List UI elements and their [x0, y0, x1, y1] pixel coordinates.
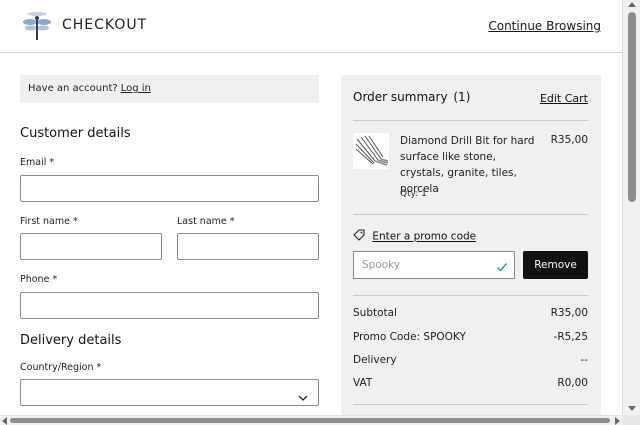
delivery-row: Delivery --	[353, 354, 588, 366]
scroll-left-icon[interactable]	[2, 417, 7, 425]
email-label: Email *	[20, 157, 55, 168]
continue-browsing-link[interactable]: Continue Browsing	[488, 19, 601, 33]
first-name-label: First name *	[20, 216, 78, 227]
promo-discount-value: -R5,25	[553, 331, 588, 343]
edit-cart-link[interactable]: Edit Cart	[540, 92, 588, 105]
check-icon	[496, 258, 508, 272]
order-summary-panel: Order summary (1) Edit Cart Diamond Dril…	[341, 75, 601, 415]
order-summary-label: Order summary	[353, 90, 448, 104]
remove-promo-button[interactable]: Remove	[523, 251, 588, 279]
vat-label: VAT	[353, 377, 373, 389]
last-name-field[interactable]	[177, 233, 319, 260]
delivery-label: Delivery	[353, 354, 397, 366]
divider	[353, 120, 588, 121]
divider	[353, 214, 588, 215]
horizontal-scroll-thumb[interactable]	[10, 418, 610, 423]
scroll-up-icon[interactable]	[628, 2, 636, 7]
chevron-down-icon	[298, 388, 308, 401]
product-name: Diamond Drill Bit for hard surface like …	[400, 135, 535, 195]
last-name-label: Last name *	[177, 216, 235, 227]
order-summary-title: Order summary (1)	[353, 90, 470, 104]
tag-icon	[353, 229, 365, 244]
country-select[interactable]	[20, 379, 319, 406]
page-title: CHECKOUT	[62, 17, 148, 33]
delivery-details-heading: Delivery details	[20, 333, 122, 348]
subtotal-value: R35,00	[550, 307, 588, 319]
account-prompt: Have an account?	[28, 83, 118, 94]
phone-field[interactable]	[20, 292, 319, 319]
scrollbar-corner	[622, 415, 640, 425]
product-image	[353, 133, 389, 169]
country-label: Country/Region *	[20, 362, 102, 373]
phone-label: Phone *	[20, 274, 58, 285]
order-item-count: (1)	[453, 90, 471, 104]
promo-discount-label: Promo Code: SPOOKY	[353, 331, 466, 343]
scroll-right-icon[interactable]	[615, 417, 620, 425]
dragonfly-logo-icon[interactable]	[22, 9, 52, 43]
promo-code-link-label: Enter a promo code	[372, 230, 477, 243]
horizontal-scrollbar[interactable]	[0, 415, 622, 425]
divider	[353, 404, 588, 405]
customer-details-heading: Customer details	[20, 126, 131, 141]
vertical-scrollbar[interactable]	[622, 0, 640, 425]
first-name-field[interactable]	[20, 233, 162, 260]
vat-row: VAT R0,00	[353, 377, 588, 389]
promo-code-input[interactable]	[353, 251, 515, 279]
promo-code-link[interactable]: Enter a promo code	[353, 229, 476, 244]
email-field[interactable]	[20, 175, 319, 202]
subtotal-row: Subtotal R35,00	[353, 307, 588, 319]
product-quantity: Qty: 1	[400, 189, 427, 199]
subtotal-label: Subtotal	[353, 307, 397, 319]
delivery-value: --	[580, 354, 588, 366]
divider	[353, 295, 588, 296]
scroll-down-icon[interactable]	[628, 406, 636, 411]
vat-value: R0,00	[557, 377, 588, 389]
checkout-header: CHECKOUT Continue Browsing	[0, 0, 622, 53]
promo-discount-row: Promo Code: SPOOKY -R5,25	[353, 331, 588, 343]
vertical-scroll-thumb[interactable]	[628, 12, 636, 202]
login-link[interactable]: Log in	[121, 83, 151, 94]
product-price: R35,00	[550, 134, 588, 146]
account-banner: Have an account? Log in	[20, 75, 319, 103]
